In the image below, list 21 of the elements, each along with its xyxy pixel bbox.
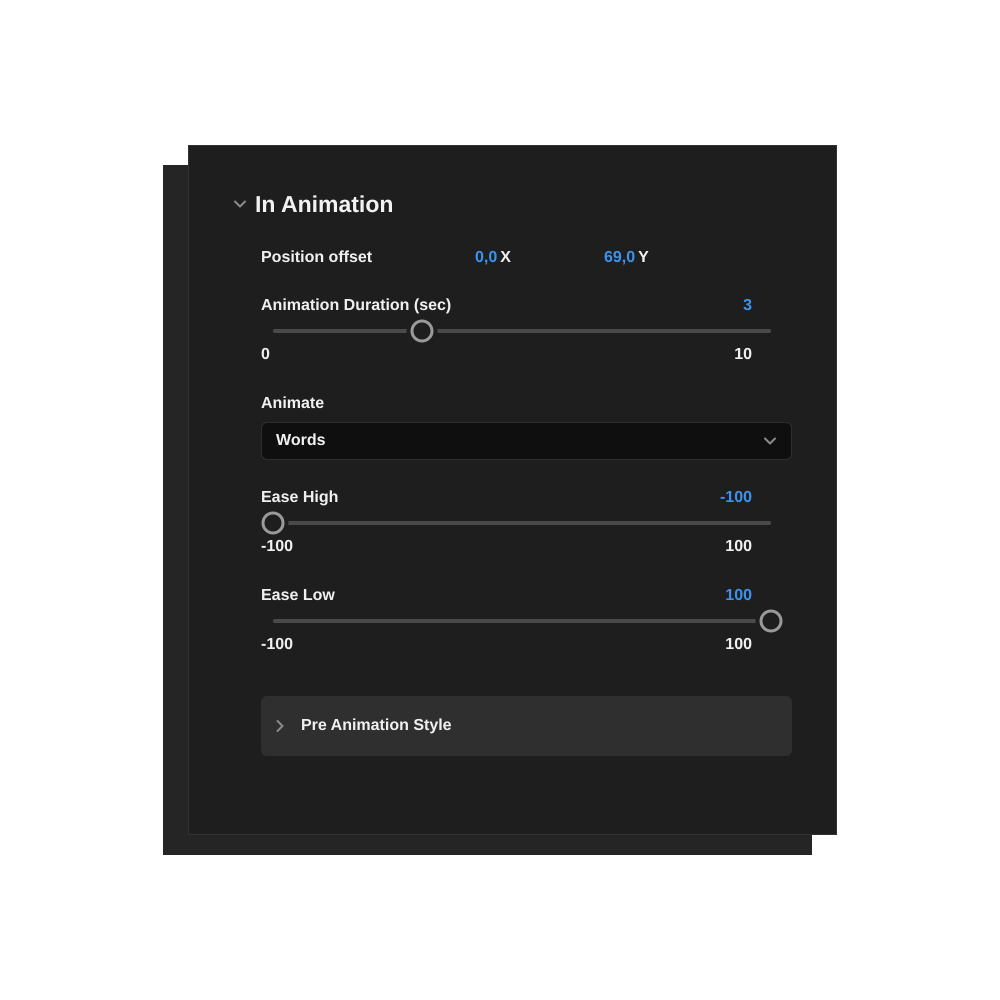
min-label: -100: [261, 636, 294, 655]
slider-value[interactable]: 100: [725, 587, 752, 605]
slider-label: Ease High: [261, 489, 338, 507]
animate-dropdown[interactable]: Words: [261, 422, 792, 460]
slider-label: Ease Low: [261, 587, 335, 605]
axis-label: Y: [638, 249, 649, 267]
dropdown-label: Animate: [261, 395, 324, 413]
max-label: 10: [734, 346, 752, 365]
axis-label: X: [500, 249, 511, 267]
max-label: 100: [725, 538, 752, 557]
offset-value[interactable]: 69,0: [604, 249, 636, 267]
max-label: 100: [725, 636, 752, 655]
pre-animation-section[interactable]: Pre Animation Style: [261, 696, 792, 756]
slider-label: Animation Duration (sec): [261, 297, 452, 315]
section-title[interactable]: In Animation: [255, 190, 394, 218]
offset-value[interactable]: 0,0: [475, 249, 498, 267]
min-label: 0: [261, 346, 270, 365]
slider-value[interactable]: -100: [720, 489, 752, 507]
slider-value[interactable]: 3: [743, 297, 752, 315]
field-label: Position offset: [261, 249, 372, 267]
min-label: -100: [261, 538, 294, 557]
